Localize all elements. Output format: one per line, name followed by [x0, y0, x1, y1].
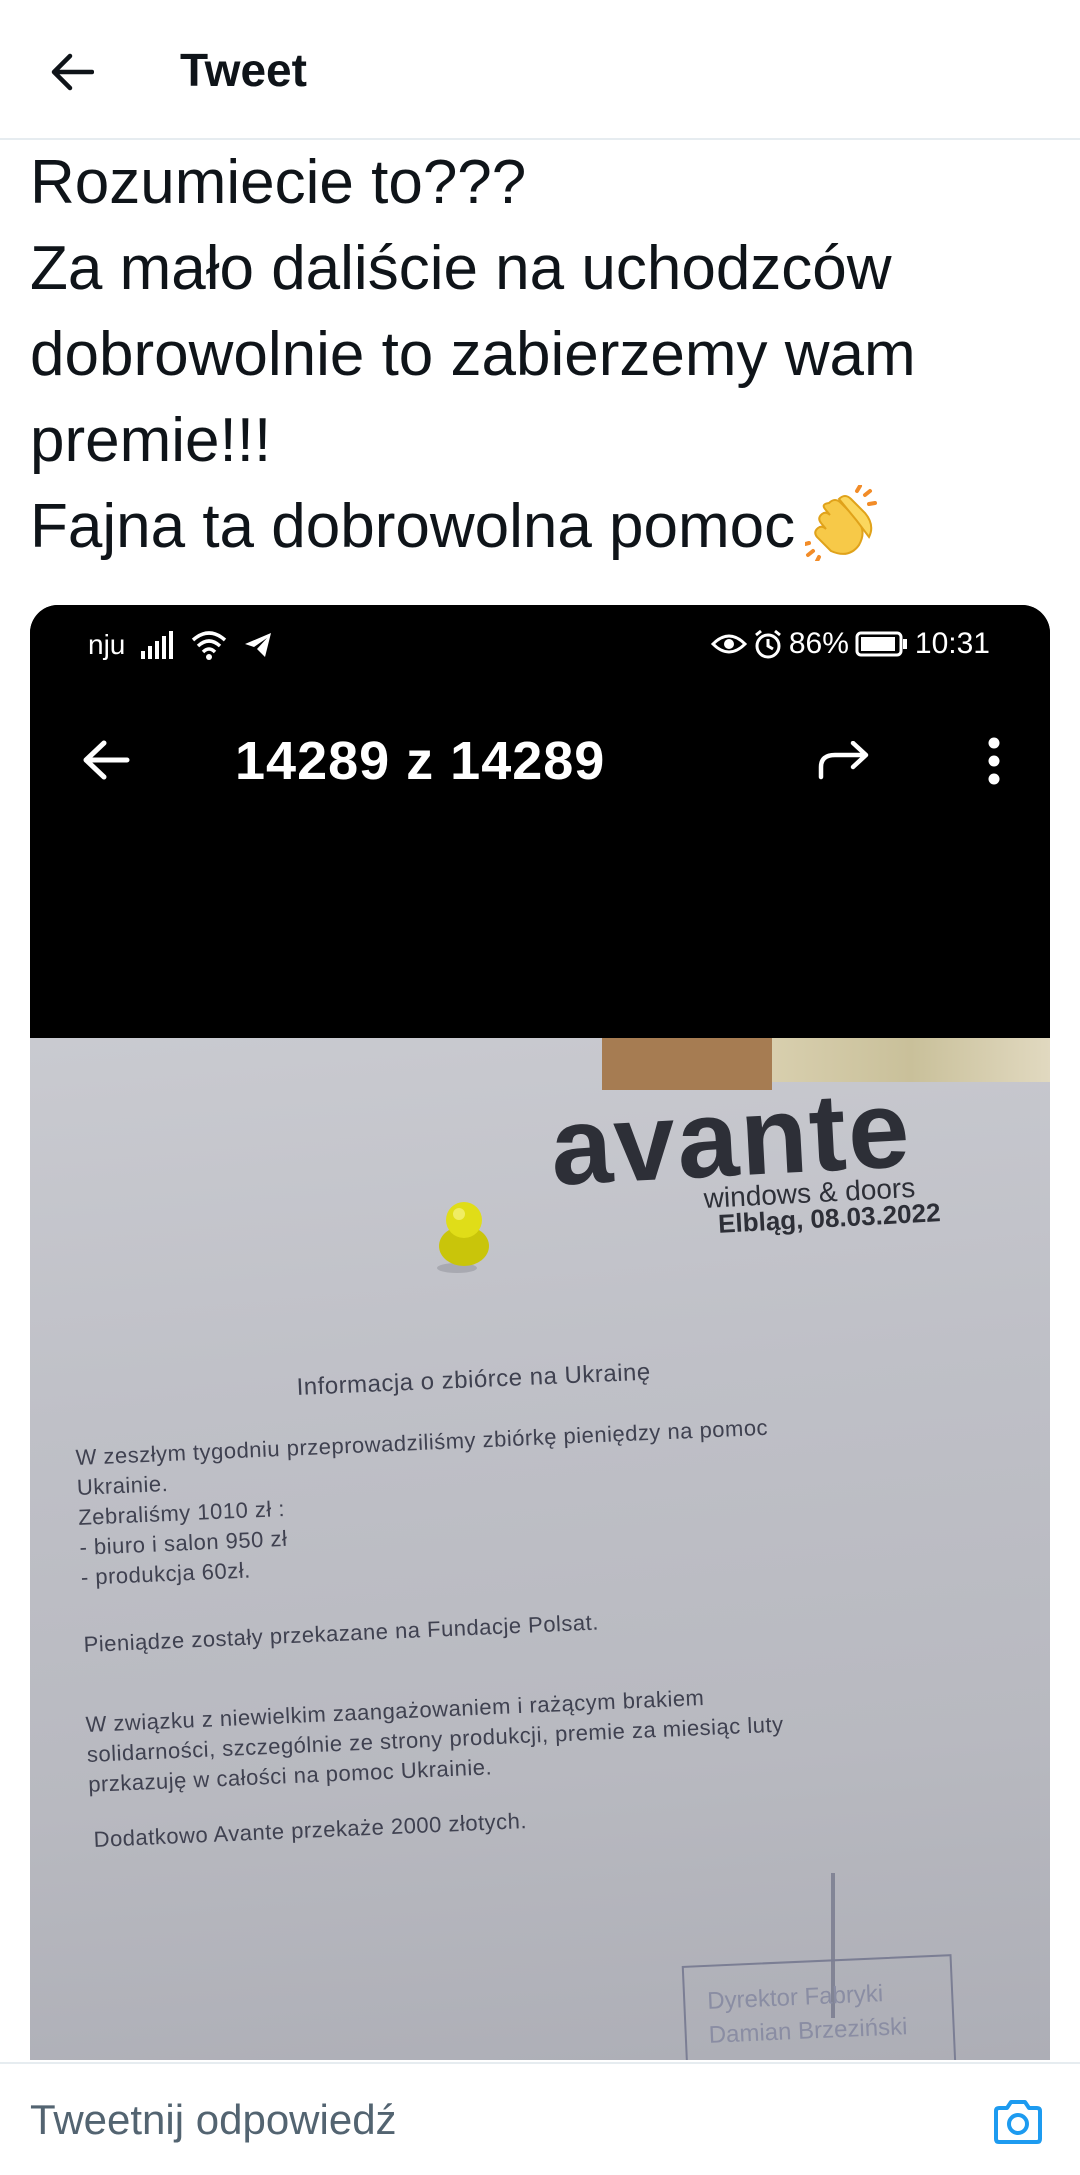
- battery-percent: 86%: [788, 627, 849, 660]
- arrow-left-icon: [51, 53, 94, 91]
- document-paragraph: Dodatkowo Avante przekaże 2000 złotych.: [93, 1808, 528, 1852]
- embedded-phone-header: nju 86% 10:31 14289 z 14289: [30, 605, 1050, 1038]
- tweet-line-text: Fajna ta dobrowolna pomoc: [30, 492, 796, 561]
- camera-icon: [994, 2100, 1042, 2144]
- eye-icon: [710, 634, 747, 654]
- photographed-document: avante windows & doors Elbląg, 08.03.202…: [30, 1038, 1050, 2060]
- tweet-media-image[interactable]: nju 86% 10:31 14289 z 14289 avante windo…: [30, 605, 1050, 2060]
- reply-bar: Tweetnij odpowiedź: [0, 2062, 1080, 2175]
- viewer-more-button: [974, 733, 1014, 789]
- document-paragraph: W związku z niewielkim zaangażowaniem i …: [85, 1680, 785, 1800]
- alarm-icon: [754, 629, 781, 659]
- status-bar: nju 86% 10:31: [30, 621, 1050, 671]
- camera-button[interactable]: [990, 2094, 1046, 2150]
- top-app-bar: Tweet: [0, 0, 1080, 140]
- more-vertical-icon: [988, 737, 1000, 785]
- page-title: Tweet: [180, 44, 307, 96]
- viewer-share-button: [814, 733, 874, 789]
- clapping-hands-icon: [803, 484, 881, 584]
- document-heading: Informacja o zbiórce na Ukrainę: [296, 1358, 652, 1401]
- push-pin-icon: [437, 1202, 489, 1273]
- tweet-line: dobrowolnie to zabierzemy wam: [30, 320, 916, 389]
- tweet-line-last: Fajna ta dobrowolna pomoc: [30, 484, 1050, 584]
- tweet-text: Rozumiecie to??? Za mało daliście na uch…: [30, 140, 1050, 584]
- tweet-line: Rozumiecie to???: [30, 148, 527, 217]
- image-counter: 14289 z 14289: [235, 731, 606, 791]
- back-button[interactable]: [40, 40, 104, 104]
- carrier-label: nju: [88, 629, 126, 660]
- director-stamp: Dyrektor Fabryki Damian Brzeziński: [681, 1954, 957, 2060]
- viewer-back-button: [78, 732, 134, 788]
- document-paragraph: W zeszłym tygodniu przeprowadziliśmy zbi…: [75, 1413, 774, 1593]
- document-paragraph: Pieniądze zostały przekazane na Fundacje…: [83, 1609, 600, 1657]
- telegram-icon: [245, 633, 272, 657]
- reply-input[interactable]: Tweetnij odpowiedź: [30, 2092, 397, 2148]
- share-icon: [818, 741, 869, 780]
- status-time: 10:31: [914, 627, 990, 660]
- arrow-left-icon: [83, 740, 130, 780]
- tweet-line: premie!!!: [30, 406, 272, 475]
- wifi-icon: [192, 631, 227, 660]
- image-viewer-toolbar: 14289 z 14289: [30, 705, 1050, 815]
- company-logo: avante windows & doors: [548, 1067, 916, 1214]
- tweet-line: Za mało daliście na uchodzców: [30, 234, 892, 303]
- signal-icon: [141, 631, 174, 659]
- battery-icon: [855, 631, 907, 657]
